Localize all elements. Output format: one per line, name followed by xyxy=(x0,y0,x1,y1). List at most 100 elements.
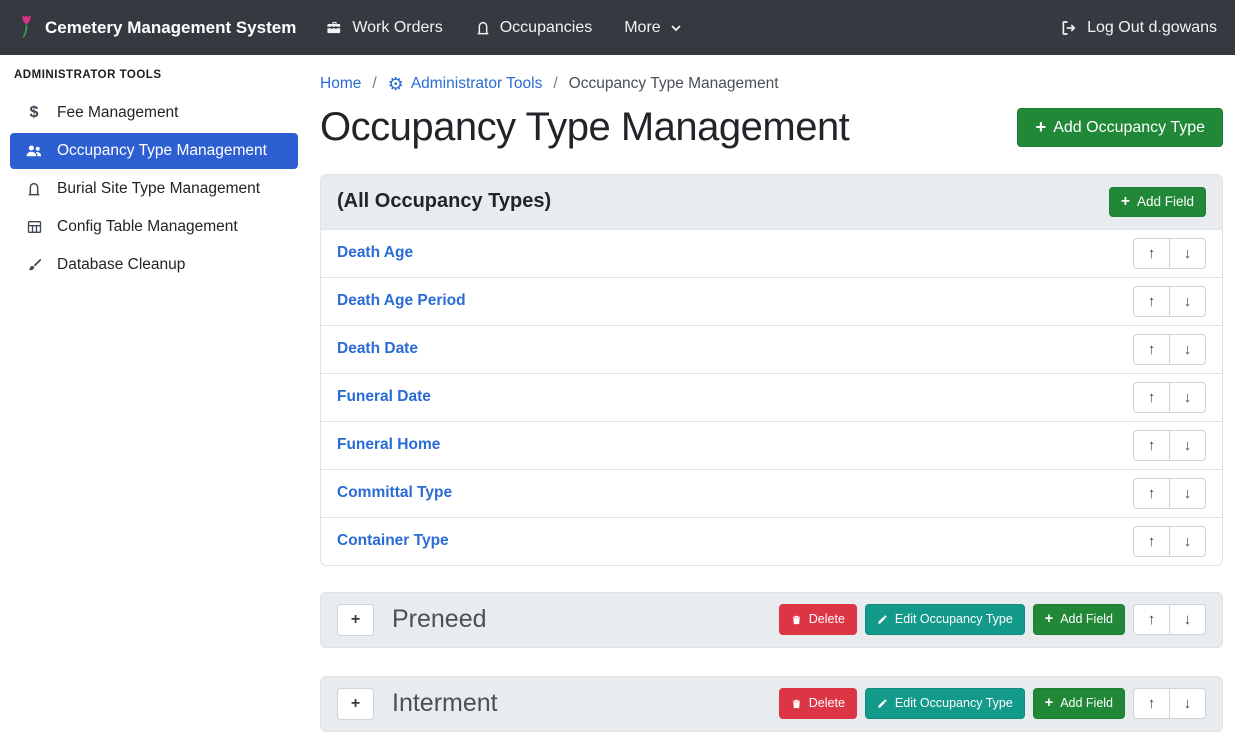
up-arrow-icon: ↑ xyxy=(1148,437,1156,454)
delete-button[interactable]: Delete xyxy=(779,688,857,719)
table-icon xyxy=(24,219,44,235)
reorder-buttons: ↑ ↓ xyxy=(1133,478,1206,509)
move-up-button[interactable]: ↑ xyxy=(1133,688,1170,719)
field-row: Funeral Home ↑ ↓ xyxy=(321,422,1222,470)
move-down-button[interactable]: ↓ xyxy=(1169,478,1206,509)
delete-button[interactable]: Delete xyxy=(779,604,857,635)
field-link[interactable]: Funeral Date xyxy=(337,388,431,406)
up-arrow-icon: ↑ xyxy=(1148,695,1156,712)
logout-label: Log Out d.gowans xyxy=(1087,19,1217,37)
move-down-button[interactable]: ↓ xyxy=(1169,526,1206,557)
move-up-button[interactable]: ↑ xyxy=(1133,286,1170,317)
down-arrow-icon: ↓ xyxy=(1184,611,1192,628)
sidebar-item-label: Database Cleanup xyxy=(57,256,185,274)
sidebar-item-occupancy-type-management[interactable]: Occupancy Type Management xyxy=(10,133,298,169)
sidebar-item-label: Fee Management xyxy=(57,104,179,122)
reorder-buttons: ↑ ↓ xyxy=(1133,688,1206,719)
trash-icon xyxy=(791,614,802,626)
down-arrow-icon: ↓ xyxy=(1184,437,1192,454)
field-row: Funeral Date ↑ ↓ xyxy=(321,374,1222,422)
sidebar-item-label: Occupancy Type Management xyxy=(57,142,267,160)
add-field-button[interactable]: + Add Field xyxy=(1109,187,1206,217)
down-arrow-icon: ↓ xyxy=(1184,533,1192,550)
down-arrow-icon: ↓ xyxy=(1184,485,1192,502)
expand-button[interactable]: + xyxy=(337,604,374,636)
move-down-button[interactable]: ↓ xyxy=(1169,382,1206,413)
logout-button[interactable]: Log Out d.gowans xyxy=(1060,19,1217,37)
move-down-button[interactable]: ↓ xyxy=(1169,688,1206,719)
field-row: Death Date ↑ ↓ xyxy=(321,326,1222,374)
tombstone-icon xyxy=(24,181,44,197)
expand-button[interactable]: + xyxy=(337,688,374,720)
move-down-button[interactable]: ↓ xyxy=(1169,430,1206,461)
pencil-icon xyxy=(877,698,888,709)
page-title: Occupancy Type Management xyxy=(320,105,849,150)
field-link[interactable]: Death Age Period xyxy=(337,292,466,310)
field-link[interactable]: Death Date xyxy=(337,340,418,358)
field-link[interactable]: Container Type xyxy=(337,532,449,550)
nav-more[interactable]: More xyxy=(624,19,681,37)
pencil-icon xyxy=(877,614,888,625)
move-up-button[interactable]: ↑ xyxy=(1133,238,1170,269)
logout-icon xyxy=(1060,19,1078,37)
down-arrow-icon: ↓ xyxy=(1184,245,1192,262)
add-field-button[interactable]: + Add Field xyxy=(1033,688,1125,719)
main-content: Home / ⚙ Administrator Tools / Occupancy… xyxy=(310,55,1235,738)
field-link[interactable]: Committal Type xyxy=(337,484,452,502)
dollar-icon: $ xyxy=(24,104,44,122)
reorder-buttons: ↑ ↓ xyxy=(1133,286,1206,317)
move-down-button[interactable]: ↓ xyxy=(1169,238,1206,269)
nav-work-orders[interactable]: Work Orders xyxy=(326,19,442,37)
plus-icon: + xyxy=(351,611,360,629)
up-arrow-icon: ↑ xyxy=(1148,611,1156,628)
move-up-button[interactable]: ↑ xyxy=(1133,526,1170,557)
breadcrumb-home[interactable]: Home xyxy=(320,75,361,93)
breadcrumb-admin-tools[interactable]: ⚙ Administrator Tools xyxy=(388,75,543,93)
reorder-buttons: ↑ ↓ xyxy=(1133,526,1206,557)
reorder-buttons: ↑ ↓ xyxy=(1133,604,1206,635)
down-arrow-icon: ↓ xyxy=(1184,389,1192,406)
reorder-buttons: ↑ ↓ xyxy=(1133,382,1206,413)
add-occupancy-type-label: Add Occupancy Type xyxy=(1053,119,1205,137)
move-up-button[interactable]: ↑ xyxy=(1133,430,1170,461)
sidebar-item-database-cleanup[interactable]: Database Cleanup xyxy=(10,247,298,283)
sidebar-item-label: Config Table Management xyxy=(57,218,238,236)
down-arrow-icon: ↓ xyxy=(1184,695,1192,712)
move-up-button[interactable]: ↑ xyxy=(1133,382,1170,413)
add-field-button[interactable]: + Add Field xyxy=(1033,604,1125,635)
move-down-button[interactable]: ↓ xyxy=(1169,334,1206,365)
all-occupancy-types-card: (All Occupancy Types) + Add Field Death … xyxy=(320,174,1223,566)
delete-label: Delete xyxy=(809,696,845,711)
sidebar-item-label: Burial Site Type Management xyxy=(57,180,260,198)
tombstone-icon xyxy=(475,20,491,36)
field-link[interactable]: Funeral Home xyxy=(337,436,440,454)
app-brand[interactable]: Cemetery Management System xyxy=(18,12,296,44)
sidebar-item-config-table-management[interactable]: Config Table Management xyxy=(10,209,298,245)
toolbox-icon xyxy=(326,19,343,36)
move-down-button[interactable]: ↓ xyxy=(1169,604,1206,635)
field-row: Death Age ↑ ↓ xyxy=(321,230,1222,278)
move-up-button[interactable]: ↑ xyxy=(1133,604,1170,635)
field-link[interactable]: Death Age xyxy=(337,244,413,262)
nav-occupancies[interactable]: Occupancies xyxy=(475,19,593,37)
add-occupancy-type-button[interactable]: + Add Occupancy Type xyxy=(1017,108,1223,146)
move-up-button[interactable]: ↑ xyxy=(1133,478,1170,509)
breadcrumb-current: Occupancy Type Management xyxy=(569,75,779,93)
breadcrumb-separator: / xyxy=(372,75,376,93)
all-occupancy-types-header: (All Occupancy Types) + Add Field xyxy=(321,175,1222,230)
gear-icon: ⚙ xyxy=(388,75,404,93)
add-field-label: Add Field xyxy=(1060,612,1113,627)
edit-occupancy-type-button[interactable]: Edit Occupancy Type xyxy=(865,688,1025,719)
move-down-button[interactable]: ↓ xyxy=(1169,286,1206,317)
sidebar-item-fee-management[interactable]: $ Fee Management xyxy=(10,95,298,131)
section-title: Interment xyxy=(392,689,498,718)
nav-more-label: More xyxy=(624,19,660,37)
move-up-button[interactable]: ↑ xyxy=(1133,334,1170,365)
nav-occupancies-label: Occupancies xyxy=(500,19,593,37)
edit-occupancy-type-button[interactable]: Edit Occupancy Type xyxy=(865,604,1025,635)
edit-occupancy-type-label: Edit Occupancy Type xyxy=(895,612,1013,627)
breadcrumb: Home / ⚙ Administrator Tools / Occupancy… xyxy=(320,75,1223,93)
reorder-buttons: ↑ ↓ xyxy=(1133,238,1206,269)
field-list: Death Age ↑ ↓ Death Age Period ↑ ↓ Death… xyxy=(321,230,1222,565)
sidebar-item-burial-site-type-management[interactable]: Burial Site Type Management xyxy=(10,171,298,207)
